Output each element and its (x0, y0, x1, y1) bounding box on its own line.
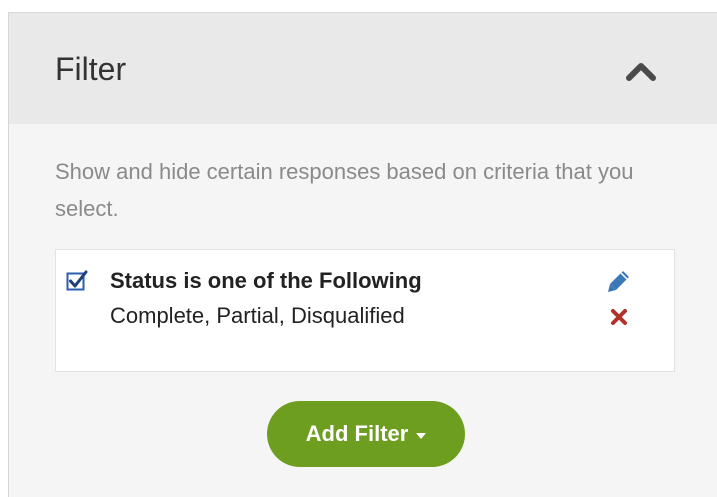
chevron-up-icon[interactable] (623, 56, 659, 84)
filter-title: Status is one of the Following (110, 268, 422, 293)
caret-down-icon (416, 432, 427, 439)
panel-title: Filter (55, 51, 127, 87)
close-icon[interactable] (608, 306, 630, 328)
pencil-icon[interactable] (606, 268, 632, 294)
filter-checkbox[interactable] (66, 270, 88, 292)
add-filter-button[interactable]: Add Filter (267, 401, 465, 467)
add-filter-label: Add Filter (305, 421, 409, 446)
panel-header[interactable]: Filter (9, 13, 717, 124)
filter-values: Complete, Partial, Disqualified (110, 303, 405, 328)
filter-description: Show and hide certain responses based on… (55, 159, 634, 221)
filter-item: Status is one of the Following Complete,… (55, 249, 675, 372)
filter-panel: Filter Show and hide certain responses b… (8, 12, 717, 497)
